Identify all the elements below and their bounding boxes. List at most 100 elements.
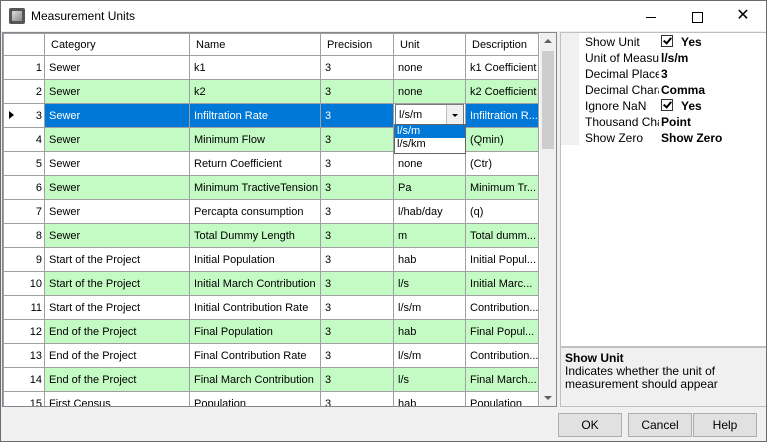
cell-precision[interactable]: 3 [320, 79, 394, 104]
cell-name[interactable]: Infiltration Rate [189, 103, 321, 128]
cell-unit[interactable]: l/s [393, 271, 466, 296]
cancel-button[interactable]: Cancel [628, 413, 692, 437]
unit-option[interactable]: l/s/km [395, 138, 465, 151]
row-number[interactable]: 5 [3, 151, 45, 176]
cell-unit[interactable]: none [393, 55, 466, 80]
row-number[interactable]: 10 [3, 271, 45, 296]
column-header-unit[interactable]: Unit [393, 33, 466, 56]
cell-category[interactable]: Start of the Project [44, 295, 190, 320]
cell-description[interactable]: Minimum Tr... [465, 175, 539, 200]
cell-category[interactable]: End of the Project [44, 319, 190, 344]
cell-description[interactable]: (Qmin) [465, 127, 539, 152]
cell-name[interactable]: k1 [189, 55, 321, 80]
cell-category[interactable]: Start of the Project [44, 247, 190, 272]
cell-name[interactable]: Final March Contribution [189, 367, 321, 392]
maximize-button[interactable] [674, 1, 720, 31]
cell-category[interactable]: Start of the Project [44, 271, 190, 296]
cell-description[interactable]: Final Popul... [465, 319, 539, 344]
cell-unit[interactable]: l/hab/day [393, 199, 466, 224]
cell-description[interactable]: k1 Coefficient [465, 55, 539, 80]
corner-header[interactable] [3, 33, 45, 56]
cell-unit[interactable]: hab [393, 247, 466, 272]
cell-category[interactable]: Sewer [44, 175, 190, 200]
cell-unit[interactable]: hab [393, 391, 466, 406]
scroll-up-icon[interactable] [540, 33, 556, 50]
cell-precision[interactable]: 3 [320, 343, 394, 368]
cell-unit[interactable]: Pa [393, 175, 466, 200]
property-row[interactable]: Decimal CharacterComma [561, 81, 766, 97]
cell-category[interactable]: Sewer [44, 199, 190, 224]
cell-description[interactable]: (Ctr) [465, 151, 539, 176]
property-value[interactable]: Point [661, 115, 765, 129]
cell-name[interactable]: Percapta consumption [189, 199, 321, 224]
table-row[interactable]: 15 First Census Population 3 hab Population [3, 391, 539, 406]
cell-name[interactable]: k2 [189, 79, 321, 104]
table-row[interactable]: 2 Sewer k2 3 none k2 Coefficient [3, 79, 539, 104]
cell-precision[interactable]: 3 [320, 391, 394, 406]
table-row[interactable]: 13 End of the Project Final Contribution R… [3, 343, 539, 368]
help-button[interactable]: Help [693, 413, 757, 437]
cell-name[interactable]: Initial Contribution Rate [189, 295, 321, 320]
ok-button[interactable]: OK [558, 413, 622, 437]
property-grid[interactable]: Show UnitYesUnit of Measurel/s/mDecimal … [560, 32, 766, 347]
row-number[interactable]: 11 [3, 295, 45, 320]
cell-category[interactable]: Sewer [44, 223, 190, 248]
cell-precision[interactable]: 3 [320, 247, 394, 272]
row-number[interactable]: 3 [3, 103, 45, 128]
cell-unit[interactable]: none [393, 79, 466, 104]
cell-unit[interactable]: m [393, 223, 466, 248]
table-row[interactable]: 12 End of the Project Final Population 3 hab… [3, 319, 539, 344]
cell-description[interactable]: Infiltration R... [465, 103, 539, 128]
cell-name[interactable]: Final Population [189, 319, 321, 344]
cell-name[interactable]: Minimum Flow [189, 127, 321, 152]
table-row[interactable]: 10 Start of the Project Initial March Cont… [3, 271, 539, 296]
grid-vertical-scrollbar[interactable] [540, 33, 556, 406]
cell-description[interactable]: Total dumm... [465, 223, 539, 248]
table-row[interactable]: 9 Start of the Project Initial Population 3… [3, 247, 539, 272]
table-row[interactable]: 6 Sewer Minimum TractiveTension 3 Pa Minimum … [3, 175, 539, 200]
table-row[interactable]: 14 End of the Project Final March Contribu… [3, 367, 539, 392]
cell-description[interactable]: Final March... [465, 367, 539, 392]
table-row[interactable]: 5 Sewer Return Coefficient 3 none (Ctr) [3, 151, 539, 176]
cell-unit[interactable]: l/s [393, 367, 466, 392]
minimize-button[interactable] [628, 1, 674, 31]
cell-name[interactable]: Return Coefficient [189, 151, 321, 176]
column-header-precision[interactable]: Precision [320, 33, 394, 56]
cell-name[interactable]: Final Contribution Rate [189, 343, 321, 368]
scroll-thumb[interactable] [542, 51, 554, 149]
cell-precision[interactable]: 3 [320, 295, 394, 320]
row-number[interactable]: 9 [3, 247, 45, 272]
cell-unit[interactable]: l/s/m [393, 343, 466, 368]
row-number[interactable]: 1 [3, 55, 45, 80]
cell-precision[interactable]: 3 [320, 175, 394, 200]
cell-description[interactable]: k2 Coefficient [465, 79, 539, 104]
row-number[interactable]: 12 [3, 319, 45, 344]
cell-category[interactable]: First Census [44, 391, 190, 406]
cell-category[interactable]: Sewer [44, 151, 190, 176]
row-number[interactable]: 8 [3, 223, 45, 248]
cell-description[interactable]: Initial Popul... [465, 247, 539, 272]
cell-unit[interactable]: none [393, 151, 466, 176]
cell-precision[interactable]: 3 [320, 199, 394, 224]
row-number[interactable]: 14 [3, 367, 45, 392]
cell-precision[interactable]: 3 [320, 319, 394, 344]
cell-unit[interactable]: l/s/m [393, 295, 466, 320]
cell-description[interactable]: Population [465, 391, 539, 406]
cell-name[interactable]: Total Dummy Length [189, 223, 321, 248]
row-number[interactable]: 4 [3, 127, 45, 152]
table-row[interactable]: 8 Sewer Total Dummy Length 3 m Total dumm... [3, 223, 539, 248]
cell-name[interactable]: Initial Population [189, 247, 321, 272]
cell-description[interactable]: Initial Marc... [465, 271, 539, 296]
checkbox-icon[interactable] [661, 99, 673, 111]
property-row[interactable]: Show Zero Show Zero [561, 129, 766, 145]
cell-precision[interactable]: 3 [320, 367, 394, 392]
cell-description[interactable]: (q) [465, 199, 539, 224]
column-header-category[interactable]: Category [44, 33, 190, 56]
table-row[interactable]: 11 Start of the Project Initial Contributi… [3, 295, 539, 320]
cell-precision[interactable]: 3 [320, 127, 394, 152]
close-button[interactable]: ✕ [720, 1, 766, 31]
cell-description[interactable]: Contribution... [465, 295, 539, 320]
cell-name[interactable]: Minimum TractiveTension [189, 175, 321, 200]
cell-category[interactable]: End of the Project [44, 367, 190, 392]
unit-dropdown-list[interactable]: l/s/m l/s/km [394, 124, 466, 154]
